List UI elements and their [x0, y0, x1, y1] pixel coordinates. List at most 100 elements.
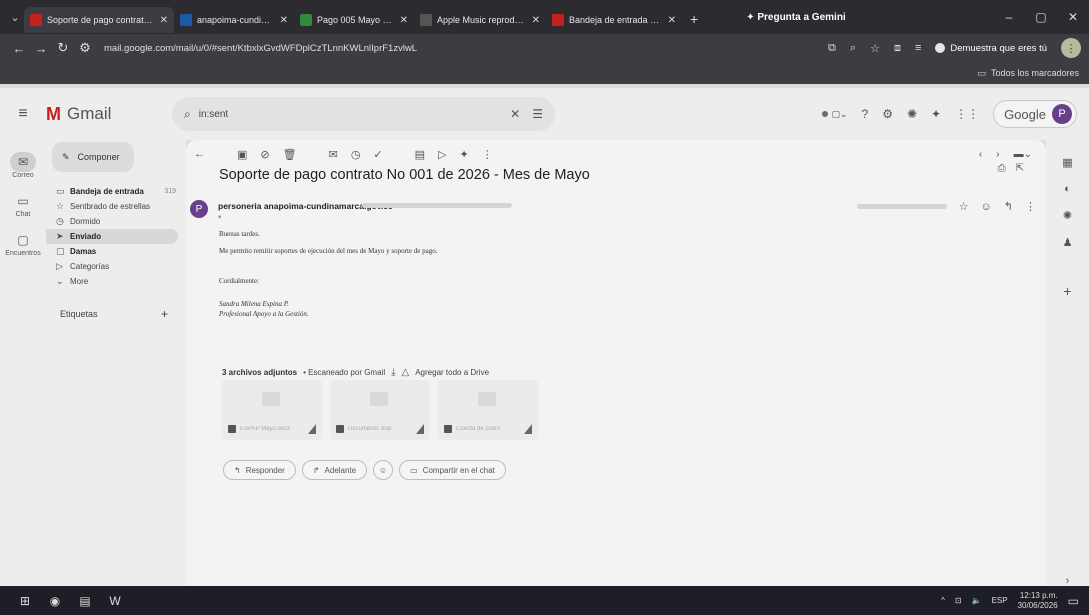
- reply-button[interactable]: ↰ Responder: [223, 460, 296, 480]
- attachment-card[interactable]: ESPAP Mayo.docx: [222, 380, 322, 440]
- close-tab-icon[interactable]: ✕: [400, 15, 408, 26]
- windows-start-icon[interactable]: ⊞: [10, 586, 40, 615]
- delete-icon[interactable]: 🗑: [283, 148, 297, 161]
- status-selector[interactable]: ▢⌄: [822, 109, 848, 120]
- account-button[interactable]: Google P: [993, 100, 1077, 128]
- close-window-icon[interactable]: ✕: [1057, 10, 1089, 24]
- close-tab-icon[interactable]: ✕: [160, 15, 168, 26]
- report-spam-icon[interactable]: ⊘: [260, 148, 269, 161]
- move-to-icon[interactable]: ▤: [415, 148, 425, 161]
- media-icon[interactable]: ≡: [915, 42, 921, 54]
- clock[interactable]: 12:13 p.m. 30/06/2026: [1018, 591, 1058, 611]
- site-settings-icon[interactable]: ⚙: [74, 40, 96, 56]
- sidebar-item[interactable]: ☆ Sentbrado de estrellas: [46, 199, 186, 214]
- sidebar-item[interactable]: ⌄ More: [46, 274, 186, 289]
- close-tab-icon[interactable]: ✕: [668, 15, 676, 26]
- get-addons-icon[interactable]: +: [1063, 283, 1071, 299]
- chrome-icon[interactable]: ◉: [40, 586, 70, 615]
- bookmark-star-icon[interactable]: ☆: [870, 42, 880, 55]
- zoom-icon[interactable]: ⌕: [850, 42, 856, 55]
- sidebar-item[interactable]: ◷ Dormido: [46, 214, 186, 229]
- mark-unread-icon[interactable]: ✉: [329, 148, 338, 161]
- attachment-card[interactable]: Documento Sop.: [330, 380, 430, 440]
- add-to-drive-link[interactable]: Agregar todo a Drive: [415, 368, 489, 377]
- add-label-icon[interactable]: +: [161, 307, 168, 321]
- file-explorer-icon[interactable]: ▤: [70, 586, 100, 615]
- volume-icon[interactable]: 🔈: [972, 596, 982, 605]
- attachment-card[interactable]: Cuenta de cobro: [438, 380, 538, 440]
- keep-icon[interactable]: ◐: [1064, 183, 1071, 195]
- compose-button[interactable]: ✎ Componer: [52, 142, 134, 172]
- rail-item-meet[interactable]: ▢ Encuentros: [0, 230, 46, 257]
- download-all-icon[interactable]: ⤓: [391, 367, 395, 378]
- apps-grid-icon[interactable]: ⋮⋮: [955, 107, 979, 121]
- snooze-icon[interactable]: ◷: [351, 148, 361, 161]
- message-more-icon[interactable]: ⋮: [1025, 200, 1036, 213]
- tab-search-icon[interactable]: ⌄: [6, 11, 24, 24]
- drive-icon[interactable]: △: [402, 367, 410, 378]
- settings-gear-icon[interactable]: ⚙: [882, 107, 893, 121]
- archive-icon[interactable]: ▣: [237, 148, 247, 161]
- sparkle-icon[interactable]: ✦: [931, 107, 941, 121]
- more-actions-icon[interactable]: ⋮: [482, 148, 493, 161]
- close-tab-icon[interactable]: ✕: [532, 15, 540, 26]
- add-task-icon[interactable]: ✓: [373, 148, 382, 161]
- browser-tab[interactable]: Soporte de pago contrato No ✕: [24, 7, 174, 33]
- share-chat-button[interactable]: ▭ Compartir en el chat: [399, 460, 506, 480]
- star-icon[interactable]: ☆: [959, 200, 969, 213]
- help-icon[interactable]: ?: [862, 107, 869, 121]
- network-icon[interactable]: ⊡: [955, 596, 962, 605]
- sidebar-item[interactable]: ➤ Enviado: [46, 229, 178, 244]
- gmail-logo[interactable]: M Gmail: [46, 104, 172, 125]
- browser-tab[interactable]: Pago 005 Mayo - CPS 002/2 ✕: [294, 7, 414, 33]
- all-bookmarks-link[interactable]: Todos los marcadores: [991, 68, 1079, 78]
- calendar-icon[interactable]: ▦: [1062, 156, 1072, 169]
- browser-tab[interactable]: Apple Music reproductor ✕: [414, 7, 546, 33]
- language-indicator[interactable]: ESP: [992, 596, 1008, 605]
- profile-button[interactable]: Demuestra que eres tú: [935, 43, 1047, 54]
- new-tab-button[interactable]: +: [682, 11, 706, 27]
- rail-item-chat[interactable]: ▭ Chat: [0, 191, 46, 218]
- sidebar-item[interactable]: ▷ Categorías: [46, 259, 186, 274]
- extensions-icon[interactable]: ⧈: [894, 42, 901, 55]
- gemini-button[interactable]: ✦ Pregunta a Gemini: [746, 12, 846, 23]
- search-bar[interactable]: ⌕ in:sent ✕ ☰: [172, 97, 555, 131]
- sidebar-item[interactable]: ▢ Damas: [46, 244, 186, 259]
- back-to-list-icon[interactable]: ←: [194, 148, 205, 160]
- input-tools-icon[interactable]: ▬⌄: [1014, 149, 1032, 160]
- recipient-toggle[interactable]: ▾: [218, 213, 221, 221]
- main-menu-icon[interactable]: ≡: [0, 105, 46, 123]
- notifications-icon[interactable]: ▭: [1068, 594, 1079, 608]
- forward-icon[interactable]: →: [30, 41, 52, 56]
- gemini-summary-icon[interactable]: ✦: [460, 148, 469, 161]
- translate-icon[interactable]: ⧉: [828, 42, 836, 55]
- search-icon[interactable]: ⌕: [184, 107, 191, 122]
- forward-button[interactable]: ↱ Adelante: [301, 460, 368, 480]
- word-icon[interactable]: W: [100, 586, 130, 615]
- back-icon[interactable]: ←: [8, 41, 30, 56]
- search-options-icon[interactable]: ☰: [532, 107, 543, 121]
- search-input[interactable]: in:sent: [199, 109, 498, 120]
- open-new-window-icon[interactable]: ⇱: [1016, 163, 1024, 174]
- label-icon[interactable]: ▷: [438, 148, 446, 161]
- prev-email-icon[interactable]: ‹: [979, 149, 982, 160]
- browser-tab[interactable]: anapoima-cundinamarca.gov ✕: [174, 7, 294, 33]
- tray-expand-icon[interactable]: ^: [941, 596, 945, 605]
- gemini-spark-icon[interactable]: ✺: [907, 107, 917, 121]
- emoji-react-icon[interactable]: ☺: [981, 201, 992, 213]
- rail-item-mail[interactable]: ✉ Correo: [0, 152, 46, 179]
- browser-tab[interactable]: Bandeja de entrada Sandra ✕: [546, 7, 682, 33]
- browser-menu-icon[interactable]: ⋮: [1061, 38, 1081, 58]
- maximize-icon[interactable]: ▢: [1025, 10, 1057, 24]
- contacts-icon[interactable]: ♟: [1063, 236, 1073, 249]
- reload-icon[interactable]: ↻: [52, 40, 74, 56]
- emoji-button[interactable]: ☺: [373, 460, 394, 480]
- print-icon[interactable]: ⎙: [998, 163, 1006, 174]
- close-tab-icon[interactable]: ✕: [280, 15, 288, 26]
- clear-search-icon[interactable]: ✕: [510, 107, 520, 121]
- minimize-icon[interactable]: –: [993, 10, 1025, 24]
- tasks-icon[interactable]: ✺: [1063, 209, 1072, 222]
- url-field[interactable]: mail.google.com/mail/u/0/#sent/KtbxlxGvd…: [104, 43, 417, 54]
- next-email-icon[interactable]: ›: [996, 149, 999, 160]
- sidebar-item[interactable]: ▭ Bandeja de entrada 319: [46, 184, 186, 199]
